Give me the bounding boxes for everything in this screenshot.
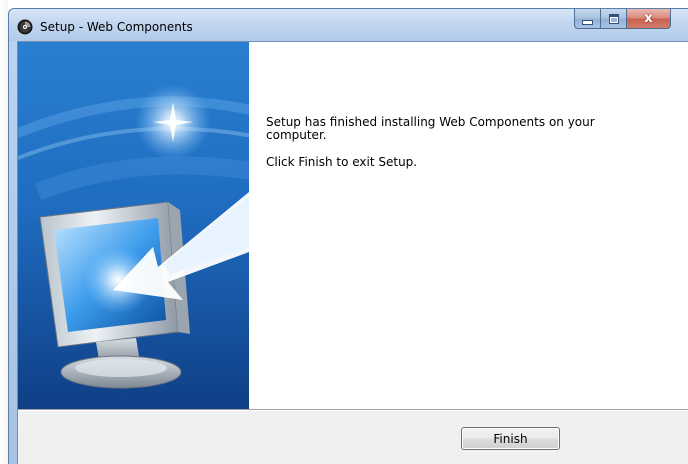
caption-buttons: x [574, 9, 671, 29]
close-button[interactable]: x [626, 9, 671, 29]
maximize-icon [608, 13, 619, 24]
close-icon: x [644, 11, 653, 26]
wizard-illustration [18, 42, 249, 409]
setup-window: Setup - Web Components x Setup has finis… [8, 8, 688, 464]
wizard-client-area: Setup has finished installing Web Compon… [17, 41, 688, 464]
wizard-message-panel: Setup has finished installing Web Compon… [249, 42, 688, 409]
maximize-button[interactable] [600, 9, 626, 29]
title-bar[interactable]: Setup - Web Components x [9, 9, 688, 41]
minimize-icon [582, 19, 593, 25]
finish-message: Setup has finished installing Web Compon… [266, 115, 595, 142]
setup-disc-icon[interactable] [17, 19, 33, 35]
screen: Setup - Web Components x Setup has finis… [0, 0, 688, 464]
finish-button[interactable]: Finish [461, 427, 560, 450]
monitor-arrow-illustration [18, 42, 249, 409]
minimize-button[interactable] [574, 9, 600, 29]
wizard-button-bar: Finish [18, 411, 688, 464]
window-title: Setup - Web Components [40, 20, 193, 34]
exit-instruction: Click Finish to exit Setup. [266, 155, 418, 169]
background-strip [0, 0, 8, 464]
